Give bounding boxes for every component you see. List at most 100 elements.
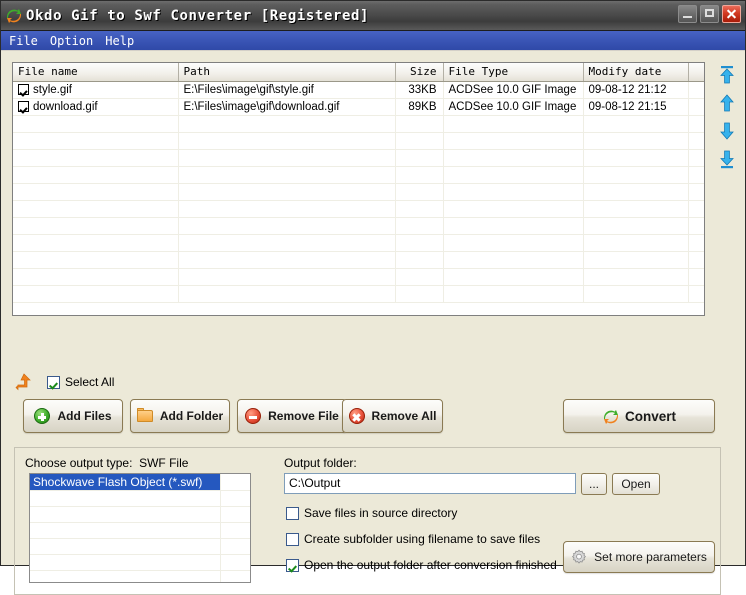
output-folder-input[interactable]: C:\Output: [284, 473, 576, 494]
cell-empty: [395, 115, 444, 133]
cell-empty: [443, 132, 584, 150]
browse-folder-button[interactable]: ...: [581, 473, 607, 495]
output-type-option-spacer: [220, 538, 250, 555]
minus-circle-icon: [245, 408, 262, 424]
cell-blank: [688, 98, 704, 116]
cell-empty: [13, 132, 179, 150]
cell-empty: [395, 234, 444, 252]
table-row-empty: [13, 200, 704, 218]
cell-empty: [178, 132, 396, 150]
cell-empty: [688, 251, 704, 269]
output-type-option: [30, 490, 221, 507]
row-checkbox[interactable]: [18, 101, 29, 112]
cell-empty: [688, 166, 704, 184]
output-type-option: [30, 506, 221, 523]
cell-empty: [178, 251, 396, 269]
cell-modify-date: 09-08-12 21:15: [583, 98, 689, 116]
cell-empty: [688, 183, 704, 201]
minimize-button[interactable]: [678, 5, 697, 23]
menu-item-help[interactable]: Help: [105, 33, 142, 49]
cell-empty: [583, 268, 689, 286]
open-folder-button[interactable]: Open: [612, 473, 660, 495]
column-header-size[interactable]: Size: [395, 63, 444, 82]
column-header-path[interactable]: Path: [178, 63, 396, 82]
cell-empty: [13, 166, 179, 184]
cell-empty: [443, 285, 584, 303]
column-header-file-type[interactable]: File Type: [443, 63, 584, 82]
output-type-option-spacer: [220, 474, 250, 491]
column-header-modify-date[interactable]: Modify date: [583, 63, 689, 82]
file-list-table: File name Path Size File Type Modify dat…: [13, 63, 704, 303]
cell-empty: [395, 132, 444, 150]
cell-empty: [13, 183, 179, 201]
remove-file-button[interactable]: Remove File: [237, 399, 347, 433]
list-item[interactable]: [30, 538, 250, 555]
table-row-empty: [13, 183, 704, 201]
move-down-button[interactable]: [717, 121, 737, 141]
cell-empty: [583, 183, 689, 201]
add-files-label: Add Files: [57, 409, 112, 423]
close-button[interactable]: [722, 5, 741, 23]
save-in-source-checkbox[interactable]: Save files in source directory: [286, 506, 457, 520]
output-type-value: SWF File: [139, 456, 189, 470]
x-circle-icon: [348, 408, 365, 424]
column-header-file-name[interactable]: File name: [13, 63, 179, 82]
column-header-blank[interactable]: [688, 63, 704, 82]
add-folder-button[interactable]: Add Folder: [130, 399, 230, 433]
list-item[interactable]: [30, 554, 250, 571]
cell-empty: [395, 149, 444, 167]
create-subfolder-checkbox[interactable]: Create subfolder using filename to save …: [286, 532, 540, 546]
menu-item-option[interactable]: Option: [50, 33, 101, 49]
checkbox-box: [47, 375, 60, 389]
open-output-folder-checkbox[interactable]: Open the output folder after conversion …: [286, 558, 557, 572]
output-type-option-spacer: [220, 522, 250, 539]
cell-empty: [583, 251, 689, 269]
row-checkbox[interactable]: [18, 84, 29, 95]
list-item[interactable]: [30, 490, 250, 507]
table-row[interactable]: style.gif E:\Files\image\gif\style.gif 3…: [13, 81, 704, 99]
file-list[interactable]: File name Path Size File Type Modify dat…: [12, 62, 705, 316]
output-type-list[interactable]: Shockwave Flash Object (*.swf): [29, 473, 251, 583]
output-type-label: Choose output type: SWF File: [25, 456, 188, 470]
maximize-button[interactable]: [700, 5, 719, 23]
cell-empty: [13, 251, 179, 269]
cell-empty: [583, 149, 689, 167]
list-item[interactable]: Shockwave Flash Object (*.swf): [30, 474, 250, 491]
cell-empty: [178, 166, 396, 184]
select-all-checkbox[interactable]: Select All: [47, 375, 114, 389]
move-up-button[interactable]: [717, 93, 737, 113]
output-type-option: [30, 554, 221, 571]
table-row[interactable]: download.gif E:\Files\image\gif\download…: [13, 98, 704, 116]
convert-button[interactable]: Convert: [563, 399, 715, 433]
set-more-parameters-button[interactable]: Set more parameters: [563, 541, 715, 573]
cell-file-name: download.gif: [13, 98, 179, 116]
list-item[interactable]: [30, 570, 250, 582]
cell-empty: [395, 183, 444, 201]
table-row-empty: [13, 285, 704, 303]
cell-empty: [583, 200, 689, 218]
cell-empty: [688, 285, 704, 303]
cell-size: 33KB: [395, 81, 444, 99]
add-files-button[interactable]: Add Files: [23, 399, 123, 433]
table-row-empty: [13, 268, 704, 286]
orange-up-arrow-icon[interactable]: [15, 373, 35, 391]
cell-empty: [395, 217, 444, 235]
move-to-top-button[interactable]: [717, 65, 737, 85]
list-item[interactable]: [30, 522, 250, 539]
remove-all-button[interactable]: Remove All: [342, 399, 443, 433]
cell-empty: [583, 132, 689, 150]
cell-empty: [178, 115, 396, 133]
list-item[interactable]: [30, 506, 250, 523]
file-list-header-row: File name Path Size File Type Modify dat…: [13, 63, 704, 82]
menu-item-file[interactable]: File: [9, 33, 46, 49]
table-row-empty: [13, 217, 704, 235]
cell-path: E:\Files\image\gif\download.gif: [178, 98, 396, 116]
output-type-option-spacer: [220, 490, 250, 507]
move-to-bottom-button[interactable]: [717, 149, 737, 169]
convert-label: Convert: [624, 408, 676, 424]
cell-empty: [178, 183, 396, 201]
cell-empty: [395, 268, 444, 286]
window-controls: [678, 5, 741, 23]
cell-empty: [13, 149, 179, 167]
cell-empty: [178, 285, 396, 303]
